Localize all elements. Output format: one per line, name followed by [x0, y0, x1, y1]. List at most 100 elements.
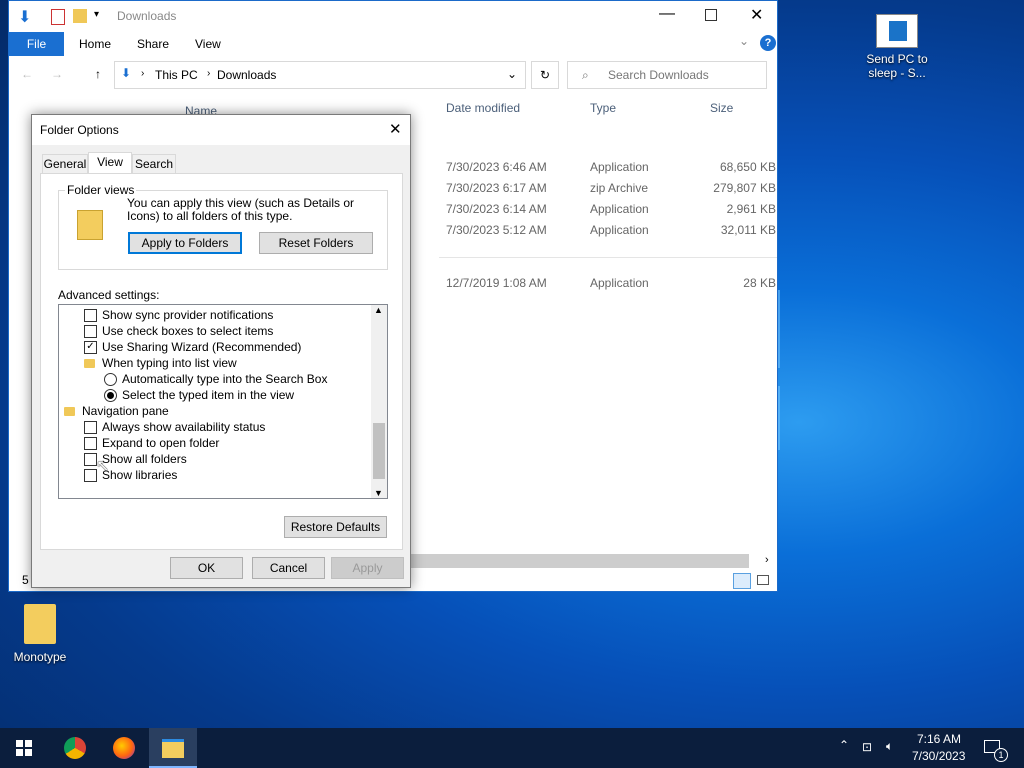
desktop-icon-sleep[interactable]: Send PC to sleep - S...: [857, 14, 937, 80]
col-size[interactable]: Size: [710, 101, 733, 121]
network-icon[interactable]: ⊡: [862, 740, 872, 754]
radio-selected[interactable]: [104, 389, 117, 402]
checkbox[interactable]: [84, 309, 97, 322]
row-type: Application: [590, 202, 649, 216]
apply-to-folders-button[interactable]: Apply to Folders: [128, 232, 242, 254]
list-item-label: When typing into list view: [102, 356, 237, 370]
notification-count-badge: 1: [994, 748, 1008, 762]
maximize-icon[interactable]: [705, 9, 717, 21]
table-row[interactable]: 7/30/2023 6:14 AM Application 2,961 KB: [439, 202, 779, 222]
firefox-icon[interactable]: [113, 737, 135, 759]
tab-view[interactable]: View: [88, 152, 132, 174]
tab-general[interactable]: General: [42, 154, 88, 173]
list-item-label: Show sync provider notifications: [102, 308, 274, 322]
tab-share[interactable]: Share: [137, 32, 169, 56]
row-type: Application: [590, 223, 649, 237]
taskbar-explorer-button[interactable]: [149, 728, 197, 768]
taskbar: ⌃ ⊡ 🔈︎ 7:16 AM 7/30/2023 1: [0, 728, 1024, 768]
list-item-label: Automatically type into the Search Box: [122, 372, 328, 386]
refresh-icon[interactable]: ↻: [531, 61, 559, 89]
forward-icon[interactable]: →: [51, 67, 63, 81]
reset-folders-button[interactable]: Reset Folders: [259, 232, 373, 254]
cancel-button[interactable]: Cancel: [252, 557, 325, 579]
clock-date[interactable]: 7/30/2023: [912, 749, 965, 763]
quick-access-dropdown-icon[interactable]: ▾: [94, 9, 99, 20]
list-item-label: Expand to open folder: [102, 436, 220, 450]
apply-button[interactable]: Apply: [331, 557, 404, 579]
folder-options-dialog: Folder Options ✕ General View Search Fol…: [31, 114, 411, 588]
shortcut-icon: [876, 14, 918, 48]
chrome-icon[interactable]: [64, 737, 86, 759]
table-row[interactable]: 7/30/2023 6:46 AM Application 68,650 KB: [439, 160, 779, 180]
scroll-right-icon[interactable]: ›: [765, 554, 769, 566]
folder-views-label: Folder views: [65, 183, 137, 197]
tab-file[interactable]: File: [9, 32, 64, 56]
properties-icon[interactable]: [51, 9, 65, 25]
desktop-icon-monotype[interactable]: Monotype: [0, 604, 80, 664]
view-tab-panel: Folder views You can apply this view (su…: [40, 173, 403, 550]
volume-icon[interactable]: 🔈︎: [886, 739, 893, 754]
list-item-label: Select the typed item in the view: [122, 388, 295, 402]
row-type: Application: [590, 276, 649, 290]
tab-view[interactable]: View: [195, 32, 221, 56]
row-size: 28 KB: [743, 276, 776, 290]
checkbox[interactable]: [84, 421, 97, 434]
table-row[interactable]: 12/7/2019 1:08 AM Application 28 KB: [439, 276, 779, 296]
back-icon[interactable]: ←: [21, 67, 33, 81]
window-title: Downloads: [117, 9, 177, 23]
breadcrumb-sep-icon: ›: [207, 68, 211, 79]
folder-icon: [24, 604, 56, 644]
large-icons-view-icon[interactable]: [757, 575, 769, 585]
breadcrumb-this-pc[interactable]: This PC: [155, 68, 198, 82]
row-size: 2,961 KB: [726, 202, 776, 216]
row-date: 7/30/2023 6:17 AM: [446, 181, 547, 195]
checkbox[interactable]: [84, 325, 97, 338]
list-item-label: Always show availability status: [102, 420, 266, 434]
radio[interactable]: [104, 373, 117, 386]
address-bar[interactable]: ⬇ › This PC › Downloads ⌄: [114, 61, 526, 89]
tab-home[interactable]: Home: [79, 32, 111, 56]
folder-icon: [64, 407, 75, 416]
radio-dot: [107, 392, 114, 399]
scroll-up-icon[interactable]: ▲: [374, 305, 383, 315]
ribbon-tabs: File Home Share View ⌄ ?: [9, 32, 777, 56]
col-date-modified[interactable]: Date modified: [446, 101, 520, 121]
up-icon[interactable]: ↑: [95, 67, 101, 81]
checkbox[interactable]: [84, 437, 97, 450]
download-arrow-icon: ⬇: [18, 9, 32, 26]
col-type[interactable]: Type: [590, 101, 616, 121]
clock-time[interactable]: 7:16 AM: [917, 732, 961, 746]
vertical-scrollbar[interactable]: ▲ ▼: [371, 305, 387, 498]
new-folder-icon[interactable]: [73, 9, 87, 23]
search-input[interactable]: ⌕ Search Downloads: [567, 61, 767, 89]
close-icon[interactable]: ✕: [750, 5, 763, 25]
minimize-icon[interactable]: —: [659, 5, 675, 23]
tab-search[interactable]: Search: [132, 154, 176, 173]
scroll-down-icon[interactable]: ▼: [374, 488, 383, 498]
list-item-label: Show libraries: [102, 468, 178, 482]
ribbon-expand-icon[interactable]: ⌄: [739, 34, 749, 48]
row-size: 32,011 KB: [720, 223, 776, 237]
table-row[interactable]: 7/30/2023 5:12 AM Application 32,011 KB: [439, 223, 779, 243]
chevron-down-icon[interactable]: ⌄: [507, 67, 517, 81]
list-item-label: Show all folders: [102, 452, 187, 466]
file-explorer-icon: [162, 739, 184, 758]
chevron-up-icon[interactable]: ⌃: [839, 738, 849, 752]
list-item-label: Navigation pane: [82, 404, 169, 418]
checkbox-checked[interactable]: ✓: [84, 341, 97, 354]
table-row[interactable]: 7/30/2023 6:17 AM zip Archive 279,807 KB: [439, 181, 779, 201]
restore-defaults-button[interactable]: Restore Defaults: [284, 516, 387, 538]
details-view-icon[interactable]: [733, 573, 751, 589]
windows-start-icon[interactable]: [16, 740, 32, 756]
row-date: 7/30/2023 5:12 AM: [446, 223, 547, 237]
breadcrumb-downloads[interactable]: Downloads: [217, 68, 276, 82]
close-icon[interactable]: ✕: [389, 120, 402, 138]
download-arrow-icon: ⬇: [121, 66, 132, 80]
group-divider: [439, 257, 777, 258]
row-type: Application: [590, 160, 649, 174]
ok-button[interactable]: OK: [170, 557, 243, 579]
horizontal-scrollbar[interactable]: [411, 554, 749, 568]
explorer-titlebar: ⬇ ▾ Downloads — ✕: [9, 1, 777, 31]
scrollbar-thumb[interactable]: [373, 423, 385, 479]
help-icon[interactable]: ?: [760, 35, 776, 51]
